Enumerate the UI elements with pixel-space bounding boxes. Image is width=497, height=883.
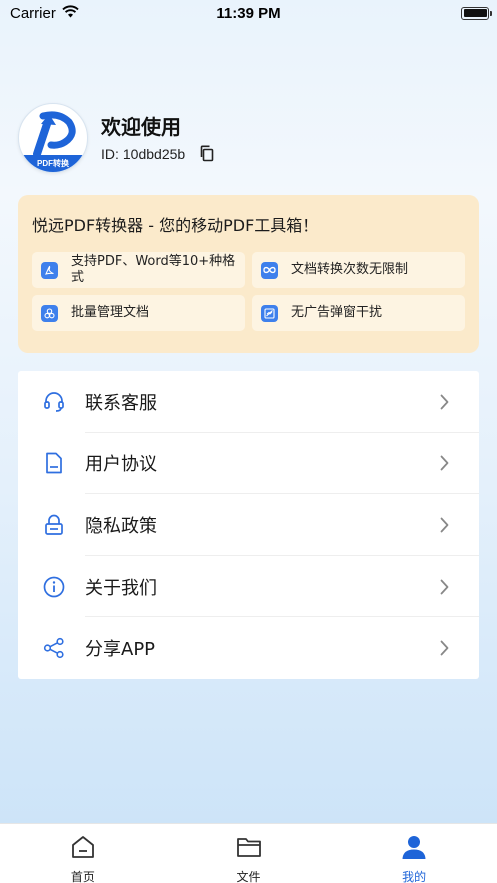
lock-icon xyxy=(42,513,66,537)
tab-label: 文件 xyxy=(236,870,261,883)
tab-files[interactable]: 文件 xyxy=(166,824,332,883)
chevron-right-icon xyxy=(440,640,449,656)
infinity-icon xyxy=(261,261,278,279)
no-ads-icon xyxy=(261,304,278,322)
folder-icon xyxy=(236,834,262,864)
menu-label: 联系客服 xyxy=(85,392,157,414)
home-icon xyxy=(70,834,96,864)
tab-bar: 首页 文件 我的 xyxy=(0,823,497,883)
menu-label: 分享APP xyxy=(85,639,156,661)
id-label: ID: xyxy=(101,145,119,162)
feature-batch: 批量管理文档 xyxy=(32,295,245,331)
avatar-caption: PDF转换 xyxy=(19,155,87,172)
carrier-label: Carrier xyxy=(10,4,56,22)
profile-text: 欢迎使用 ID: 10dbd25b xyxy=(101,114,215,162)
tab-home[interactable]: 首页 xyxy=(0,824,166,883)
menu-item-about-us[interactable]: 关于我们 xyxy=(18,556,479,618)
menu-item-contact-support[interactable]: 联系客服 xyxy=(18,371,479,433)
headset-icon xyxy=(42,390,66,414)
chevron-right-icon xyxy=(440,455,449,471)
settings-menu: 联系客服 用户协议 隐私政策 关于我们 分享APP xyxy=(18,371,479,679)
feature-no-ads: 无广告弹窗干扰 xyxy=(252,295,465,331)
app-logo-icon xyxy=(29,110,79,160)
feature-label: 支持PDF、Word等10+种格式 xyxy=(71,254,236,285)
menu-item-share-app[interactable]: 分享APP xyxy=(18,617,479,679)
menu-item-user-agreement[interactable]: 用户协议 xyxy=(18,433,479,495)
id-value: 10dbd25b xyxy=(122,145,186,162)
chevron-right-icon xyxy=(440,579,449,595)
pdf-icon xyxy=(41,261,58,279)
id-row: ID: 10dbd25b xyxy=(101,145,215,162)
promo-card: 悦远PDF转换器 - 您的移动PDF工具箱！ 支持PDF、Word等10+种格式… xyxy=(18,195,479,353)
status-bar: Carrier 11:39 PM xyxy=(0,0,497,26)
menu-label: 用户协议 xyxy=(85,454,157,476)
promo-title: 悦远PDF转换器 - 您的移动PDF工具箱！ xyxy=(32,216,319,235)
feature-formats: 支持PDF、Word等10+种格式 xyxy=(32,252,245,288)
feature-label: 无广告弹窗干扰 xyxy=(291,305,383,320)
menu-label: 关于我们 xyxy=(85,577,157,599)
profile-header: PDF转换 欢迎使用 ID: 10dbd25b xyxy=(18,103,215,173)
welcome-title: 欢迎使用 xyxy=(101,115,181,139)
menu-item-privacy-policy[interactable]: 隐私政策 xyxy=(18,494,479,556)
feature-label: 批量管理文档 xyxy=(71,305,150,320)
info-icon xyxy=(42,575,66,599)
user-icon xyxy=(401,834,427,864)
battery-icon xyxy=(461,6,492,20)
tab-label: 我的 xyxy=(402,870,427,883)
menu-label: 隐私政策 xyxy=(85,515,157,537)
feature-grid: 支持PDF、Word等10+种格式 文档转换次数无限制 批量管理文档 无广告弹窗… xyxy=(32,252,465,331)
feature-label: 文档转换次数无限制 xyxy=(291,262,409,277)
status-left: Carrier xyxy=(10,5,79,22)
share-icon xyxy=(42,636,66,660)
feature-unlimited: 文档转换次数无限制 xyxy=(252,252,465,288)
avatar[interactable]: PDF转换 xyxy=(18,103,88,173)
tab-mine[interactable]: 我的 xyxy=(331,824,497,883)
tab-label: 首页 xyxy=(70,870,95,883)
batch-icon xyxy=(41,304,58,322)
chevron-right-icon xyxy=(440,394,449,410)
wifi-icon xyxy=(62,4,79,22)
document-icon xyxy=(42,451,66,475)
chevron-right-icon xyxy=(440,517,449,533)
copy-icon[interactable] xyxy=(199,145,215,162)
